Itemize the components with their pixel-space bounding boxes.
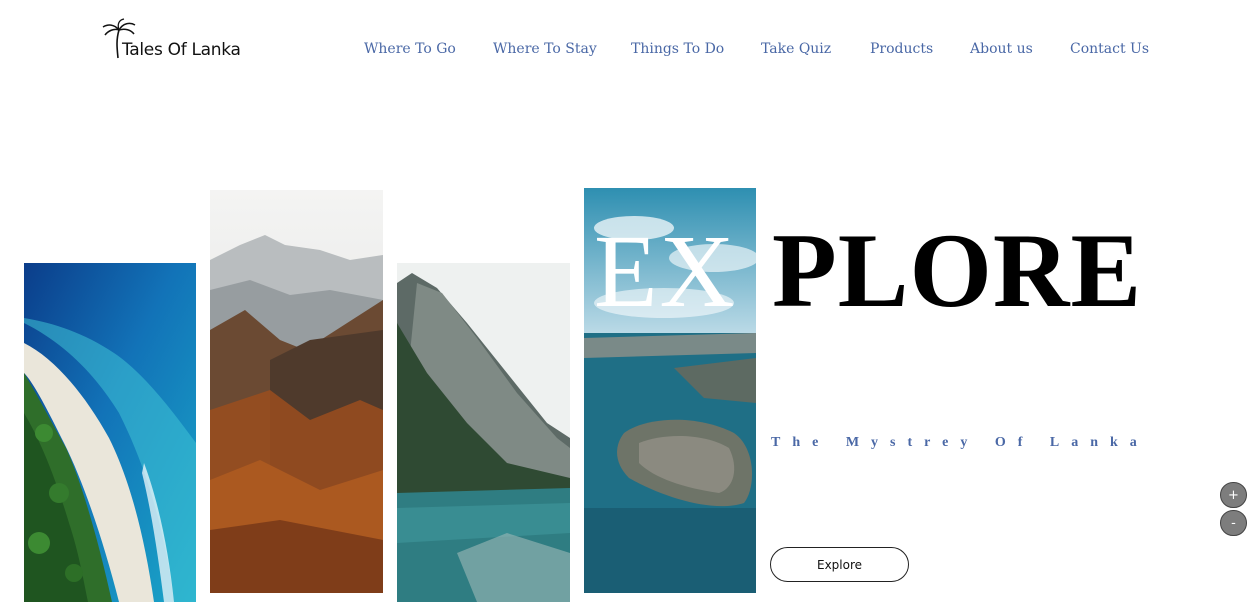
beach-image [24, 263, 196, 602]
hero-title-part1: EX [594, 214, 737, 329]
zoom-out-button[interactable]: - [1220, 510, 1247, 536]
nav-take-quiz[interactable]: Take Quiz [761, 41, 831, 57]
zoom-in-button[interactable]: + [1220, 482, 1247, 508]
forest-mountain-image [210, 190, 383, 593]
nav-things-to-do[interactable]: Things To Do [631, 41, 724, 57]
mountain-lake-image [397, 263, 570, 602]
nav-products[interactable]: Products [870, 41, 933, 57]
nav-where-to-go[interactable]: Where To Go [364, 41, 456, 57]
explore-button[interactable]: Explore [770, 547, 909, 582]
brand-logo[interactable]: Tales Of Lanka [102, 18, 241, 62]
hero-title-part2: PLORE [772, 212, 1143, 329]
hero-tagline: The Mystrey Of Lanka [771, 435, 1149, 450]
nav-where-to-stay[interactable]: Where To Stay [493, 41, 597, 57]
nav-about-us[interactable]: About us [970, 41, 1033, 57]
nav-contact-us[interactable]: Contact Us [1070, 41, 1149, 57]
brand-name: Tales Of Lanka [122, 40, 241, 60]
